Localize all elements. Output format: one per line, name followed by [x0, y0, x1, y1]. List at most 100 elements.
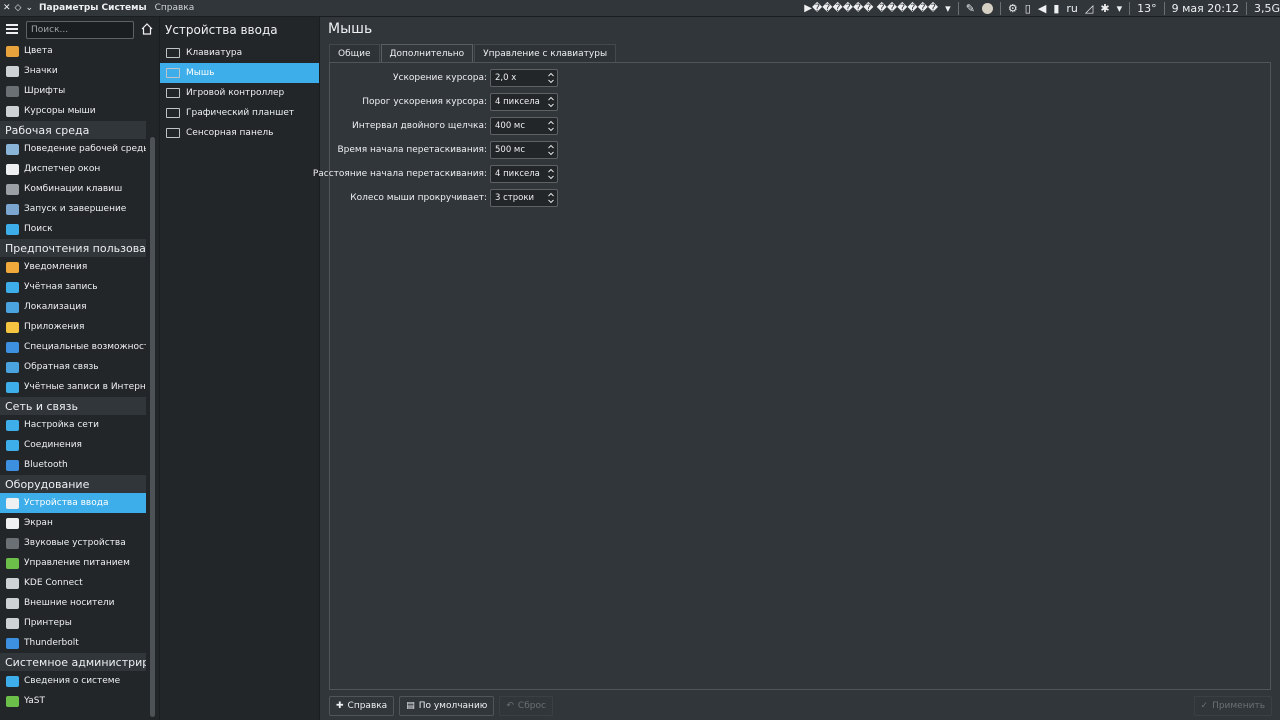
tab[interactable]: Общие [329, 44, 380, 62]
sidebar-item[interactable]: Thunderbolt [0, 633, 146, 653]
sidebar-item-label: Курсоры мыши [24, 106, 96, 116]
home-icon[interactable] [141, 23, 153, 35]
sidebar-item[interactable]: Приложения [0, 317, 146, 337]
menu-help[interactable]: Справка [155, 3, 195, 13]
tab-bar: Общие Дополнительно Управление с клавиатур… [329, 44, 617, 62]
sidebar-list: Цвета Значки Шрифты Курсоры мыши Рабочая сре… [0, 41, 146, 711]
apply-button[interactable]: ✓ Применить [1193, 696, 1272, 716]
tab[interactable]: Управление с клавиатуры [474, 44, 617, 62]
sidebar-item[interactable]: Курсоры мыши [0, 101, 146, 121]
sidebar-item-icon [6, 459, 19, 471]
clock[interactable]: 9 мая 20:12 [1172, 2, 1239, 15]
battery-icon[interactable]: ▮ [1053, 2, 1059, 15]
sidebar-item[interactable]: Bluetooth [0, 455, 146, 475]
sidebar-item[interactable]: YaST [0, 691, 146, 711]
chevron-down-icon[interactable]: ▾ [1117, 2, 1123, 15]
sidebar-item[interactable]: Запуск и завершение [0, 199, 146, 219]
spin-arrows-icon[interactable] [548, 192, 554, 204]
close-icon[interactable]: ✕ [3, 3, 11, 13]
sidebar-item-label: Цвета [24, 46, 53, 56]
sidebar-item-icon [6, 281, 19, 293]
spinbox[interactable]: 400 мс [490, 117, 558, 135]
chevron-down-icon[interactable]: ▾ [945, 2, 951, 15]
spinbox[interactable]: 2,0 x [490, 69, 558, 87]
media-title[interactable]: ▶������ ������ [804, 3, 938, 14]
spin-arrows-icon[interactable] [548, 72, 554, 84]
sidebar-item[interactable]: Обратная связь [0, 357, 146, 377]
sidebar-category: Предпочтения пользовател [0, 239, 146, 257]
sidebar-item[interactable]: Внешние носители [0, 593, 146, 613]
sidebar-category-label: Системное администрирова [5, 655, 146, 669]
volume-icon[interactable]: ◀ [1038, 2, 1046, 15]
sidebar-category: Системное администрирова [0, 653, 146, 671]
sidebar-item-label: Управление питанием [24, 558, 130, 568]
sidebar-item[interactable]: Поведение рабочей среды [0, 139, 146, 159]
sidebar-item[interactable]: Комбинации клавиш [0, 179, 146, 199]
sidebar-item[interactable]: Цвета [0, 41, 146, 61]
sidebar-item[interactable]: Значки [0, 61, 146, 81]
keyboard-layout[interactable]: ru [1066, 2, 1078, 15]
sidebar-item[interactable]: Специальные возможности [0, 337, 146, 357]
sidebar-item[interactable]: Учётная запись [0, 277, 146, 297]
sidebar-item[interactable]: KDE Connect [0, 573, 146, 593]
search-input[interactable] [26, 21, 134, 39]
spinbox[interactable]: 3 строки [490, 189, 558, 207]
spin-arrows-icon[interactable] [548, 120, 554, 132]
sidebar-item-icon [6, 65, 19, 77]
sidebar-item[interactable]: Звуковые устройства [0, 533, 146, 553]
clipboard-icon[interactable]: ▯ [1025, 2, 1031, 15]
sidebar-category: Оборудование [0, 475, 146, 493]
spin-arrows-icon[interactable] [548, 168, 554, 180]
tab[interactable]: Дополнительно [380, 44, 474, 62]
subcategory-item[interactable]: Клавиатура [160, 43, 319, 63]
spinbox[interactable]: 4 пиксела [490, 93, 558, 111]
sidebar-item[interactable]: Экран [0, 513, 146, 533]
sidebar-item[interactable]: Учётные записи в Интерн… [0, 377, 146, 397]
sidebar-item-icon [6, 223, 19, 235]
apply-button-label: Применить [1212, 701, 1265, 711]
subcategory-item-label: Мышь [186, 68, 215, 78]
subcategory-item-label: Сенсорная панель [186, 128, 274, 138]
keep-above-icon[interactable]: ◇ [15, 3, 22, 13]
sidebar-item[interactable]: Уведомления [0, 257, 146, 277]
hamburger-menu-icon[interactable] [6, 24, 18, 34]
help-icon: ✚ [336, 701, 344, 711]
wifi-icon[interactable]: ◿ [1085, 2, 1093, 15]
network-icon[interactable]: ⚙ [1008, 2, 1018, 15]
sidebar-item[interactable]: Управление питанием [0, 553, 146, 573]
sidebar-item[interactable]: Устройства ввода [0, 493, 146, 513]
sidebar-item[interactable]: Принтеры [0, 613, 146, 633]
sidebar-item[interactable]: Настройка сети [0, 415, 146, 435]
sidebar-item-label: Звуковые устройства [24, 538, 126, 548]
form-row: Порог ускорения курсора: 4 пиксела [330, 93, 559, 111]
spin-arrows-icon[interactable] [548, 96, 554, 108]
memory-usage[interactable]: 3,5G [1254, 2, 1280, 15]
system-tray: ▶������ ������ ▾ ✎ ⚙ ▯ ◀ ▮ ru ◿ ✱ ▾ 13° … [804, 0, 1280, 17]
sidebar-item[interactable]: Соединения [0, 435, 146, 455]
reset-button[interactable]: ↶ Сброс [499, 696, 553, 716]
sidebar-item[interactable]: Поиск [0, 219, 146, 239]
pen-icon[interactable]: ✎ [966, 2, 975, 15]
form-row: Расстояние начала перетаскивания: 4 пиксе… [313, 165, 559, 183]
field-label: Интервал двойного щелчка: [352, 121, 487, 131]
bottom-buttons: ✚ Справка ▤ По умолчанию ↶ Сброс [329, 696, 553, 716]
sidebar-item[interactable]: Локализация [0, 297, 146, 317]
spin-arrows-icon[interactable] [548, 144, 554, 156]
help-button[interactable]: ✚ Справка [329, 696, 395, 716]
sidebar-search-row [0, 19, 160, 39]
sidebar-item[interactable]: Сведения о системе [0, 671, 146, 691]
sidebar-item-icon [6, 361, 19, 373]
sidebar-item[interactable]: Диспетчер окон [0, 159, 146, 179]
sidebar-item[interactable]: Шрифты [0, 81, 146, 101]
defaults-button[interactable]: ▤ По умолчанию [399, 696, 495, 716]
sidebar-scrollbar[interactable] [150, 137, 155, 717]
sidebar-item-icon [6, 381, 19, 393]
sidebar-item-label: Обратная связь [24, 362, 99, 372]
form-row: Колесо мыши прокручивает: 3 строки [330, 189, 559, 207]
bluetooth-icon[interactable]: ✱ [1100, 2, 1109, 15]
spinbox[interactable]: 500 мс [490, 141, 558, 159]
chevron-down-icon[interactable]: ⌄ [25, 3, 33, 13]
status-circle-icon[interactable] [981, 3, 993, 14]
spinbox[interactable]: 4 пиксела [490, 165, 558, 183]
weather-temp[interactable]: 13° [1137, 2, 1157, 15]
